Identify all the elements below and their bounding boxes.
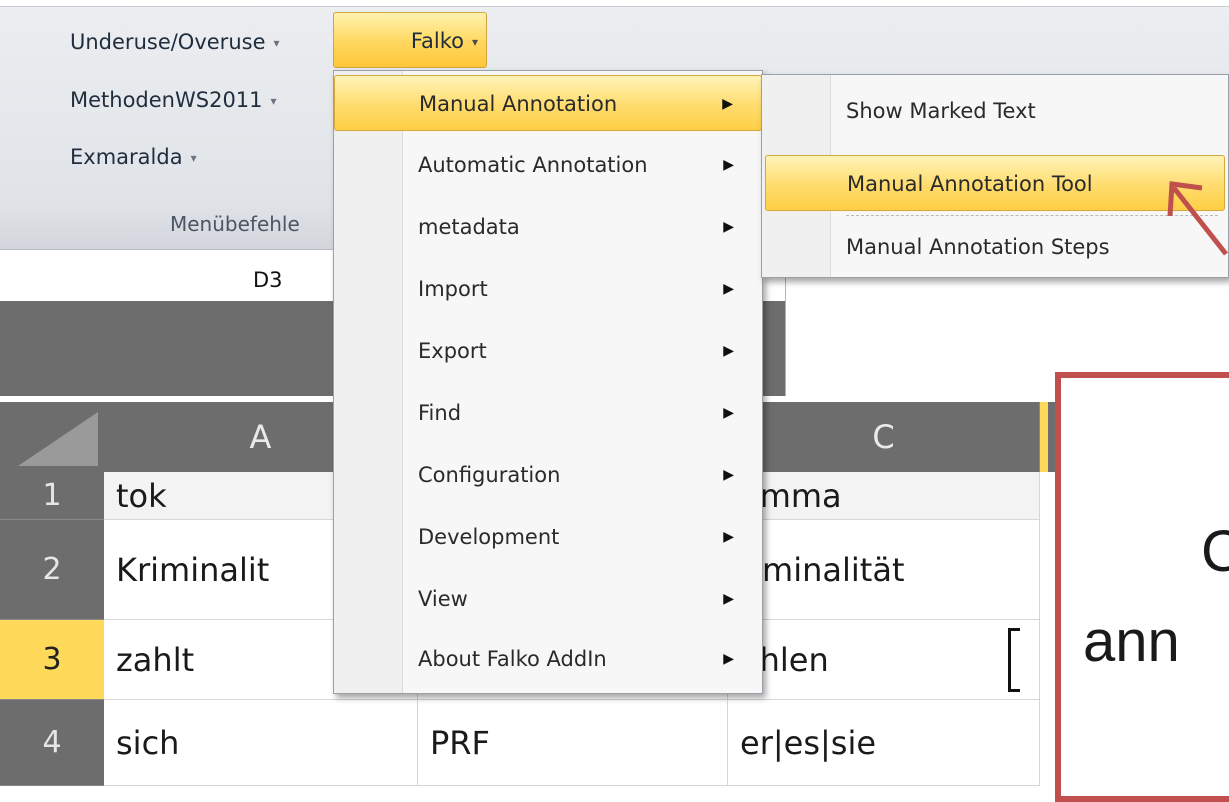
ribbon-group-label: Menübefehle: [170, 212, 300, 236]
menu-item-export[interactable]: Export ▶: [334, 323, 762, 379]
falko-button[interactable]: Falko ▾: [333, 12, 487, 68]
methoden-label: MethodenWS2011: [70, 88, 263, 112]
menu-item-label: Manual Annotation Tool: [847, 172, 1093, 196]
menu-item-development[interactable]: Development ▶: [334, 509, 762, 565]
submenu-arrow-icon: ▶: [722, 96, 733, 112]
row-header-3[interactable]: 3: [0, 620, 104, 700]
menu-item-metadata[interactable]: metadata ▶: [334, 199, 762, 255]
row-header-1[interactable]: 1: [0, 472, 104, 520]
chevron-down-icon: ▾: [190, 151, 197, 165]
row-header-2[interactable]: 2: [0, 520, 104, 620]
underuse-overuse-label: Underuse/Overuse: [70, 30, 266, 54]
chevron-down-icon: ▾: [273, 36, 280, 50]
submenu-arrow-icon: ▶: [723, 343, 734, 359]
cell-c4[interactable]: er|es|sie: [728, 700, 1040, 786]
menu-item-label: Development: [418, 525, 560, 549]
methoden-ws2011-button[interactable]: MethodenWS2011 ▾: [62, 80, 285, 120]
pointer-arrow-icon: [1167, 181, 1228, 256]
menu-item-label: Manual Annotation Steps: [846, 235, 1110, 259]
callout-box: C ann: [1055, 372, 1229, 802]
menu-item-find[interactable]: Find ▶: [334, 385, 762, 441]
falko-dropdown-menu: Manual Annotation ▶ Automatic Annotation…: [333, 70, 763, 694]
active-cell-d3-border: [1008, 628, 1020, 692]
ribbon-top-edge: [0, 0, 1229, 7]
cell-c3[interactable]: ahlen: [728, 620, 1040, 700]
manual-annotation-submenu: Show Marked Text Manual Annotation Tool …: [761, 74, 1229, 278]
falko-label: Falko: [410, 29, 464, 53]
callout-text-line2: ann: [1083, 609, 1180, 674]
menu-item-label: metadata: [418, 215, 520, 239]
chevron-down-icon: ▾: [270, 94, 277, 108]
submenu-arrow-icon: ▶: [723, 591, 734, 607]
row-header-4[interactable]: 4: [0, 700, 104, 786]
menu-item-label: About Falko AddIn: [418, 647, 607, 671]
cell-c1[interactable]: emma: [728, 472, 1040, 520]
submenu-arrow-icon: ▶: [723, 651, 734, 667]
menu-item-label: Show Marked Text: [846, 99, 1036, 123]
menu-item-label: Import: [418, 277, 488, 301]
menu-item-label: Find: [418, 401, 462, 425]
menu-item-manual-annotation-steps[interactable]: Manual Annotation Steps: [762, 219, 1228, 275]
menu-item-show-marked-text[interactable]: Show Marked Text: [762, 83, 1228, 139]
arrow-shaft: [1172, 186, 1228, 256]
exmaralda-label: Exmaralda: [70, 145, 183, 169]
name-box-value: D3: [253, 268, 283, 292]
menu-item-configuration[interactable]: Configuration ▶: [334, 447, 762, 503]
submenu-arrow-icon: ▶: [723, 467, 734, 483]
menu-item-about-falko-addin[interactable]: About Falko AddIn ▶: [334, 631, 762, 687]
menu-item-manual-annotation[interactable]: Manual Annotation ▶: [334, 75, 762, 131]
chevron-down-icon: ▾: [471, 35, 478, 49]
callout-text-line1: C: [1201, 518, 1229, 585]
submenu-arrow-icon: ▶: [723, 405, 734, 421]
cell-b4[interactable]: PRF: [418, 700, 728, 786]
select-all-triangle-icon: [18, 412, 98, 466]
submenu-arrow-icon: ▶: [723, 529, 734, 545]
underuse-overuse-button[interactable]: Underuse/Overuse ▾: [62, 22, 288, 62]
submenu-arrow-icon: ▶: [723, 219, 734, 235]
cell-c2[interactable]: riminalität: [728, 520, 1040, 620]
menu-item-label: Manual Annotation: [419, 92, 618, 116]
menu-item-label: Automatic Annotation: [418, 153, 648, 177]
cell-a4[interactable]: sich: [104, 700, 418, 786]
submenu-arrow-icon: ▶: [723, 281, 734, 297]
menu-item-import[interactable]: Import ▶: [334, 261, 762, 317]
submenu-arrow-icon: ▶: [723, 157, 734, 173]
column-header-c[interactable]: C: [728, 402, 1040, 472]
menu-item-view[interactable]: View ▶: [334, 571, 762, 627]
menu-item-label: Export: [418, 339, 487, 363]
menu-item-label: Configuration: [418, 463, 561, 487]
exmaralda-button[interactable]: Exmaralda ▾: [62, 137, 205, 177]
column-d-selected-accent: [1040, 402, 1048, 472]
menu-item-automatic-annotation[interactable]: Automatic Annotation ▶: [334, 137, 762, 193]
menu-item-label: View: [418, 587, 468, 611]
menu-item-manual-annotation-tool[interactable]: Manual Annotation Tool: [765, 155, 1225, 211]
